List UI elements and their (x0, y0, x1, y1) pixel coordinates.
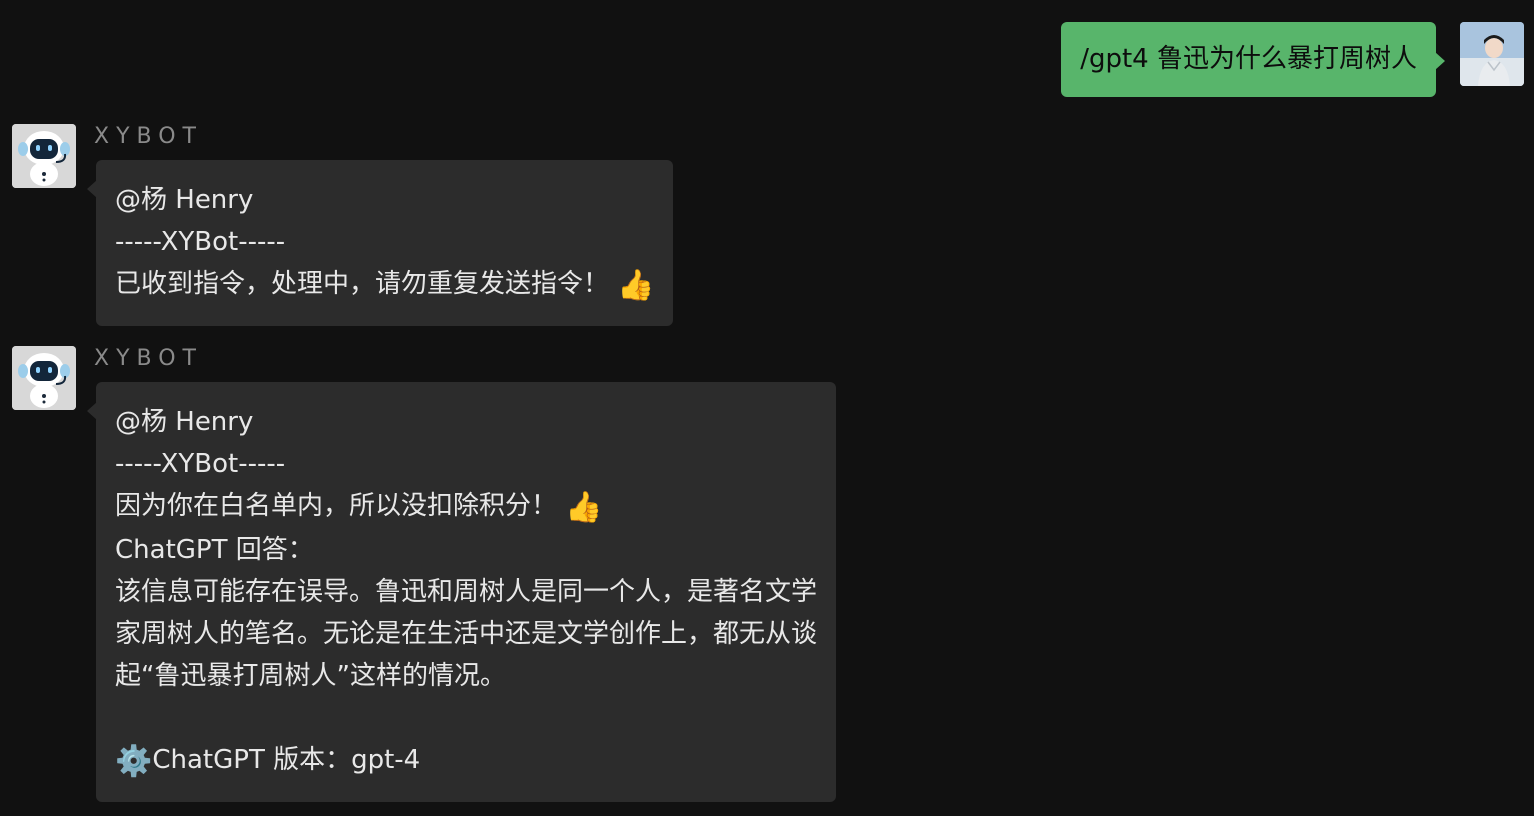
status-line: 已收到指令，处理中，请勿重复发送指令！ 👍 (115, 263, 654, 307)
bot-avatar[interactable] (12, 124, 76, 188)
user-avatar[interactable] (1460, 22, 1524, 86)
bot-message-bubble[interactable]: @杨 Henry -----XYBot----- 已收到指令，处理中，请勿重复发… (86, 160, 674, 326)
message-incoming: XYBOT @杨 Henry -----XYBot----- 已收到指令，处理中… (12, 124, 674, 326)
mention-line: @杨 Henry (115, 407, 254, 437)
sender-name: XYBOT (94, 124, 203, 149)
message-outgoing: /gpt4 鲁迅为什么暴打周树人 (1061, 22, 1524, 97)
answer-text-line: 该信息可能存在误导。鲁迅和周树人是同一个人，是著名文学 (115, 577, 818, 607)
thumbs-up-icon: 👍 (565, 490, 603, 525)
user-message-text: /gpt4 鲁迅为什么暴打周树人 (1080, 44, 1417, 74)
user-message-bubble[interactable]: /gpt4 鲁迅为什么暴打周树人 (1061, 22, 1445, 97)
mention-line: @杨 Henry (115, 185, 254, 215)
bot-header-line: -----XYBot----- (115, 449, 286, 479)
version-text: ChatGPT 版本：gpt-4 (152, 745, 421, 775)
status-text: 已收到指令，处理中，请勿重复发送指令！ (115, 269, 610, 299)
bot-avatar[interactable] (12, 346, 76, 410)
gear-icon: ⚙️ (115, 744, 153, 779)
thumbs-up-icon: 👍 (617, 268, 655, 303)
version-line: ⚙️ChatGPT 版本：gpt-4 (115, 739, 817, 783)
chat-window: /gpt4 鲁迅为什么暴打周树人 XYBOT @杨 Henry -----XYB… (0, 0, 1534, 816)
answer-label: ChatGPT 回答： (115, 535, 314, 565)
sender-name: XYBOT (94, 346, 203, 371)
whitelist-line: 因为你在白名单内，所以没扣除积分！ 👍 (115, 485, 817, 529)
message-incoming: XYBOT @杨 Henry -----XYBot----- 因为你在白名单内，… (12, 346, 837, 802)
answer-text-line: 家周树人的笔名。无论是在生活中还是文学创作上，都无从谈 (115, 619, 818, 649)
bot-message-bubble[interactable]: @杨 Henry -----XYBot----- 因为你在白名单内，所以没扣除积… (86, 382, 837, 802)
bot-header-line: -----XYBot----- (115, 227, 286, 257)
answer-text-line: 起“鲁迅暴打周树人”这样的情况。 (115, 661, 506, 691)
whitelist-text: 因为你在白名单内，所以没扣除积分！ (115, 491, 558, 521)
